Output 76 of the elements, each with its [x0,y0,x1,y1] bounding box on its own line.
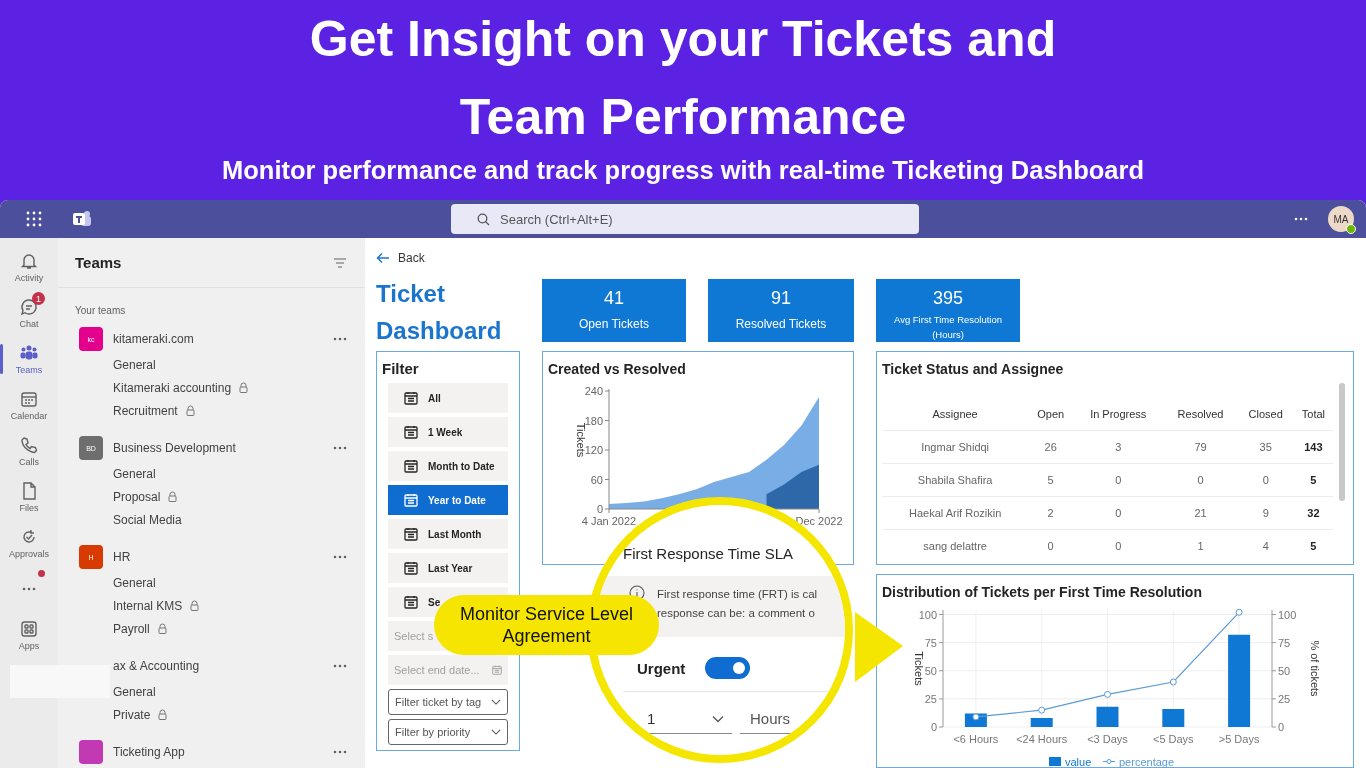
table-cell: 5 [1293,463,1333,497]
table-cell: 0 [1073,496,1164,530]
section-title: First Response Time SLA [623,545,795,562]
table-cell: Haekal Arif Rozikin [882,496,1029,530]
category-label: <5 Days [1152,733,1194,745]
category-label: <24 Hours [1016,733,1068,745]
axis-tick-label: 50 [924,664,937,677]
chart-title: Distribution of Tickets per First Time Resolution [881,583,1203,602]
info-text: response can be: a comment o [657,606,816,621]
table-cell: 2 [1028,496,1074,530]
column-header: In Progress [1073,398,1164,431]
axis-title: % of tickets [1309,640,1321,697]
axis-title: Tickets [913,651,925,686]
axis-tick-label: 0 [930,721,937,733]
column-header: Total [1293,398,1333,431]
axis-tick-label: 100 [1278,608,1297,621]
section-label: Your teams [74,304,127,317]
kpi-label: Resolved Tickets [735,317,827,331]
category-label: <3 Days [1087,733,1128,745]
kpi-label: Avg First Time Resolution (Hours) [892,313,1004,342]
headline: Get Insight on your Tickets and [309,10,1057,69]
axis-tick-label: 240 [584,385,603,397]
legend-label: value [1065,756,1092,768]
table-cell: 5 [1293,529,1333,562]
column-header: Open [1028,398,1074,431]
axis-tick-label: 25 [1278,692,1291,705]
toggle-label: Urgent [637,659,686,677]
table-cell: 0 [1073,463,1164,497]
table-cell: 32 [1293,496,1333,530]
axis-tick-label: 0 [1278,721,1285,733]
axis-tick-label: 75 [924,636,937,649]
axis-tick-label: 100 [918,608,937,621]
subtitle: Monitor performance and track progress with real-time Ticketing Dashboard [222,155,1144,186]
table-cell: 26 [1028,430,1074,464]
table-cell: 79 [1163,430,1238,464]
axis-tick-label: 25 [924,692,937,705]
axis-tick-label: 50 [1278,664,1291,677]
axis-tick-label: 75 [1278,636,1291,649]
panel-title: Teams [75,254,122,271]
dashboard-title: Ticket Dashboard [376,279,503,342]
column-header: Resolved [1163,398,1238,431]
category-label: >5 Days [1218,733,1260,745]
legend-label: percentage [1119,756,1175,768]
column-header: Assignee [882,398,1029,431]
table-cell: 143 [1293,430,1333,464]
table-cell: 5 [1028,463,1074,497]
axis-tick-label: 0 [596,503,603,515]
axis-tick-label: 120 [584,444,603,456]
chart-title: Created vs Resolved [547,360,687,379]
column-header: Closed [1237,398,1294,431]
table-cell: 9 [1237,496,1294,530]
kpi-label: Open Tickets [579,317,649,331]
table-cell: Ingmar Shidqi [882,430,1029,464]
info-text: First response time (FRT) is cal [657,587,818,602]
axis-tick-label: 4 Jan 2022 [581,515,637,527]
axis-tick-label: 60 [590,473,603,486]
table-cell: 4 [1237,529,1294,562]
axis-tick-label: 180 [584,414,603,427]
table-cell: 0 [1237,463,1294,497]
table-cell: 21 [1163,496,1238,530]
table-cell: 35 [1237,430,1294,464]
kpi-value: 41 [604,287,624,309]
table-cell: 3 [1073,430,1164,464]
table-cell: sang delattre [882,529,1029,562]
category-label: <6 Hours [953,733,999,745]
table-title: Ticket Status and Assignee [881,360,1065,379]
table-cell: 0 [1028,529,1074,562]
notification-badge: 1 [32,292,45,305]
table-cell: 1 [1163,529,1238,562]
headline: Team Performance [458,88,908,147]
filter-title: Filter [381,359,420,379]
kpi-value: 395 [932,287,963,309]
table-cell: 0 [1073,529,1164,562]
table-cell: Shabila Shafira [882,463,1029,497]
kpi-value: 91 [771,287,791,309]
table-cell: 0 [1163,463,1238,497]
